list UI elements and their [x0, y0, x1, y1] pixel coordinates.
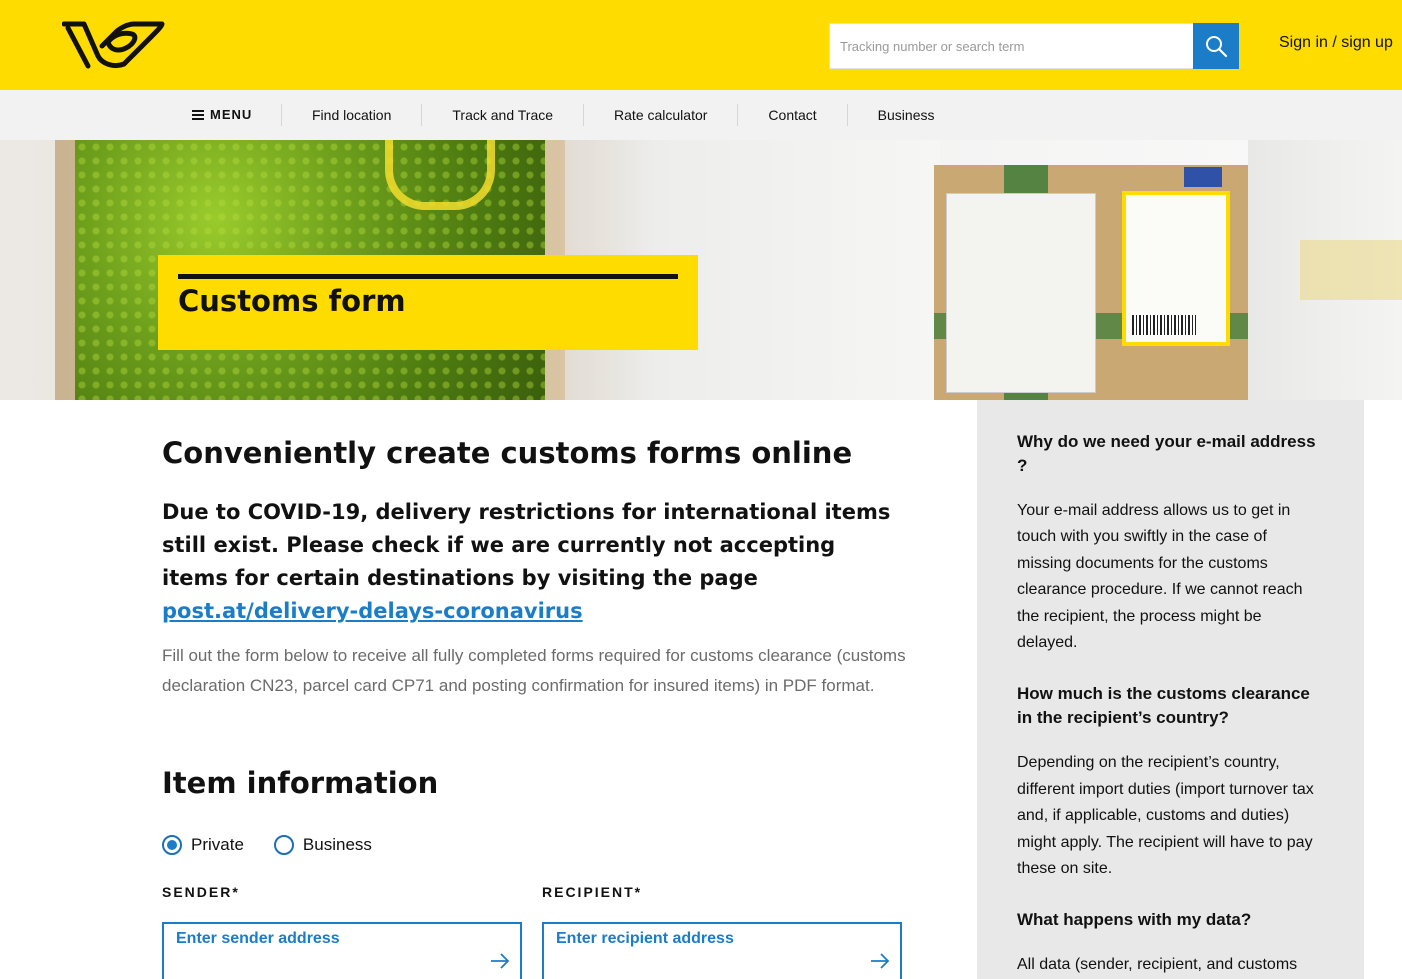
sign-in-link[interactable]: Sign in / sign up: [1279, 34, 1393, 52]
recipient-label: RECIPIENT*: [542, 884, 643, 900]
search-input[interactable]: [829, 23, 1193, 69]
section-heading: Conveniently create customs forms online: [162, 436, 853, 470]
faq-answer: Your e-mail address allows us to get in …: [1017, 502, 1303, 652]
nav-item-rate-calculator[interactable]: Rate calculator: [583, 104, 737, 126]
item-information-heading: Item information: [162, 766, 439, 800]
faq-question: Why do we need your e-mail address ?: [1017, 432, 1316, 475]
faq-question: What happens with my data?: [1017, 910, 1252, 930]
top-header: Sign in / sign up: [0, 0, 1402, 90]
title-accent-line: [178, 274, 678, 279]
search-button[interactable]: [1193, 23, 1239, 69]
nav-items: Find location Track and Trace Rate calcu…: [281, 90, 964, 140]
radio-private-label: Private: [191, 835, 244, 854]
sender-address-field[interactable]: Enter sender address: [162, 922, 522, 979]
nav-item-contact[interactable]: Contact: [737, 104, 846, 126]
arrow-right-icon: [871, 953, 890, 969]
radio-private-indicator[interactable]: [162, 835, 182, 855]
hamburger-icon: [192, 109, 204, 120]
hero-parcel-image: [934, 165, 1248, 400]
radio-business-indicator[interactable]: [273, 835, 294, 855]
menu-button[interactable]: MENU: [192, 107, 252, 122]
sender-address-placeholder: Enter sender address: [176, 930, 340, 947]
priority-label: [1184, 167, 1222, 187]
nav-item-track-and-trace[interactable]: Track and Trace: [421, 104, 583, 126]
intro-text: Fill out the form below to receive all f…: [162, 646, 906, 695]
main-nav: MENU Find location Track and Trace Rate …: [0, 90, 1402, 140]
nav-item-business[interactable]: Business: [846, 104, 965, 126]
arrow-right-icon: [491, 953, 510, 969]
page-title-box: Customs form: [158, 255, 698, 350]
faq-sidebar: Why do we need your e-mail address ? You…: [977, 400, 1364, 979]
search-icon: [1206, 36, 1228, 58]
sender-label: SENDER*: [162, 884, 240, 900]
customer-type-radio-group: Private Business: [162, 835, 372, 855]
delivery-delays-link[interactable]: post.at/delivery-delays-coronavirus: [162, 599, 583, 623]
covid-notice: Due to COVID-19, delivery restrictions f…: [162, 496, 907, 628]
covid-notice-text: Due to COVID-19, delivery restrictions f…: [162, 500, 891, 590]
hero-logo-graphic: [385, 140, 495, 210]
barcode-graphic: [1132, 315, 1196, 335]
nav-item-find-location[interactable]: Find location: [281, 104, 421, 126]
recipient-address-placeholder: Enter recipient address: [556, 930, 734, 947]
recipient-address-field[interactable]: Enter recipient address: [542, 922, 902, 979]
post-horn-logo[interactable]: [61, 20, 166, 72]
faq-question: How much is the customs clearance in the…: [1017, 684, 1310, 728]
parcel-customs-document: [946, 193, 1096, 393]
post-horn-icon: [61, 21, 165, 69]
faq-answer: All data (sender, recipient, and customs: [1017, 956, 1298, 974]
page-title: Customs form: [178, 284, 406, 318]
search-bar: [829, 23, 1239, 69]
faq-answer: Depending on the recipient’s country, di…: [1017, 754, 1314, 878]
menu-label: MENU: [210, 107, 253, 122]
radio-business-label: Business: [302, 835, 372, 854]
radio-business[interactable]: Business: [273, 835, 372, 855]
radio-private[interactable]: Private: [162, 835, 244, 855]
